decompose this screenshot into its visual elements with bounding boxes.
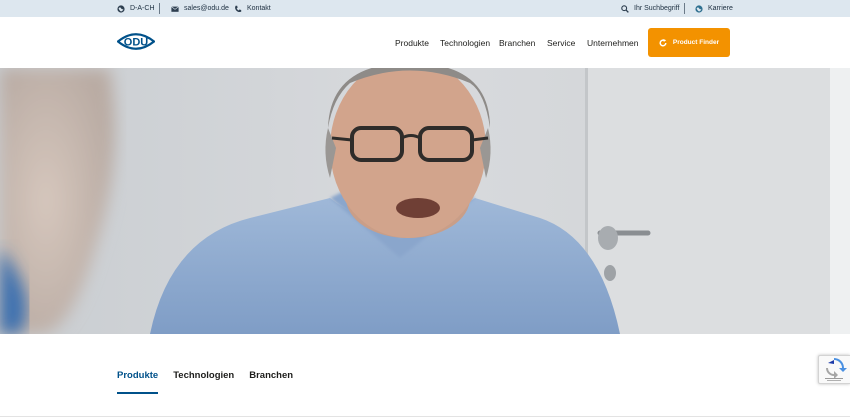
nav-label: Service <box>547 37 576 48</box>
nav-unternehmen[interactable]: Unternehmen <box>587 17 639 68</box>
tab-branchen[interactable]: Branchen <box>249 370 293 390</box>
search-placeholder: Ihr Suchbegriff <box>634 5 680 12</box>
email-link[interactable]: sales@odu.de <box>171 0 229 17</box>
nav-label: Technologien <box>440 37 491 48</box>
nav-label: Branchen <box>499 37 536 48</box>
recaptcha-badge[interactable] <box>818 355 850 384</box>
section-tabs: Produkte Technologien Branchen <box>117 370 293 394</box>
contact-link[interactable]: Kontakt <box>234 0 271 17</box>
top-utility-bar: D-A-CH sales@odu.de Kontakt Ihr Suchbegr… <box>0 0 850 17</box>
product-finder-label: Product Finder <box>672 39 720 46</box>
globe-icon <box>695 4 703 13</box>
recaptcha-icon <box>825 358 847 381</box>
region-selector[interactable]: D-A-CH <box>117 0 155 17</box>
tab-technologien[interactable]: Technologien <box>173 370 234 390</box>
career-link[interactable]: Karriere <box>695 0 733 17</box>
envelope-icon <box>171 5 179 12</box>
hero-image <box>0 68 850 334</box>
logo-text: ODU <box>124 37 149 49</box>
region-label: D-A-CH <box>130 5 155 12</box>
tab-produkte[interactable]: Produkte <box>117 370 159 394</box>
email-label: sales@odu.de <box>184 5 229 12</box>
refresh-icon <box>659 38 667 46</box>
divider <box>159 3 160 14</box>
career-label: Karriere <box>708 5 733 12</box>
nav-service[interactable]: Service <box>547 17 575 68</box>
divider <box>684 3 685 14</box>
globe-icon <box>117 4 125 13</box>
contact-label: Kontakt <box>247 5 271 12</box>
phone-icon <box>235 5 242 12</box>
search-field[interactable]: Ihr Suchbegriff <box>621 0 679 17</box>
main-header: ODU Produkte Technologien Branchen Servi… <box>0 17 850 68</box>
nav-technologien[interactable]: Technologien <box>440 17 490 68</box>
search-icon <box>621 4 629 13</box>
hero-photo <box>0 68 850 334</box>
product-finder-button[interactable]: Product Finder <box>648 28 730 57</box>
nav-produkte[interactable]: Produkte <box>395 17 429 68</box>
odu-logo[interactable]: ODU <box>117 30 155 53</box>
nav-label: Produkte <box>395 37 430 48</box>
nav-label: Unternehmen <box>587 37 639 48</box>
nav-branchen[interactable]: Branchen <box>499 17 535 68</box>
